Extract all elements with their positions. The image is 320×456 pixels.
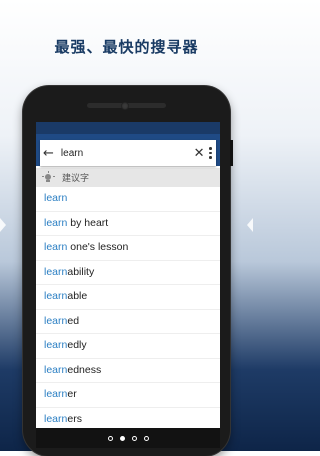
page-dot[interactable] bbox=[143, 435, 149, 441]
suggestion-list: learn learn by heart learn one's lesson lea… bbox=[36, 187, 220, 432]
page-dot[interactable] bbox=[131, 435, 137, 441]
match-text: learn bbox=[44, 339, 68, 351]
rest-text: edness bbox=[67, 363, 102, 376]
list-item[interactable]: learnability bbox=[36, 261, 220, 285]
close-icon[interactable]: ✕ bbox=[193, 146, 205, 161]
list-item[interactable]: learnable bbox=[36, 285, 220, 310]
rest-text: by heart bbox=[67, 216, 109, 229]
phone-camera bbox=[121, 102, 129, 110]
list-item[interactable]: learner bbox=[36, 383, 220, 408]
list-item[interactable]: learnedly bbox=[36, 334, 220, 359]
match-text: learn bbox=[44, 265, 68, 278]
rest-text: one's lesson bbox=[67, 241, 129, 253]
match-text: learn bbox=[44, 388, 68, 400]
list-item[interactable]: learn by heart bbox=[36, 212, 220, 236]
status-bar bbox=[36, 122, 220, 134]
headline: 最强、最快的搜寻器 bbox=[54, 38, 199, 56]
phone-side-button bbox=[230, 140, 233, 166]
list-item[interactable]: learn bbox=[36, 187, 220, 212]
match-text: learn bbox=[44, 363, 68, 376]
rest-text: ers bbox=[67, 412, 82, 425]
phone-frame: ← ✕ 建议字 learnlearn by heartlearn one's l… bbox=[23, 86, 233, 456]
prev-slide-icon[interactable] bbox=[0, 218, 6, 232]
arrow-left-icon[interactable]: ← bbox=[40, 140, 57, 166]
page-dot[interactable] bbox=[107, 435, 113, 441]
suggestions-header: 建议字 bbox=[36, 168, 220, 187]
app-bar: ← ✕ bbox=[36, 134, 220, 166]
lightbulb-icon bbox=[41, 170, 55, 184]
page-dot[interactable] bbox=[119, 435, 125, 441]
match-text: learn bbox=[44, 241, 68, 253]
suggestions-title: 建议字 bbox=[62, 174, 90, 184]
page-indicator bbox=[36, 428, 220, 448]
match-text: learn bbox=[44, 314, 68, 327]
search-input[interactable] bbox=[56, 143, 193, 163]
rest-text: edly bbox=[67, 339, 87, 351]
match-text: learn bbox=[44, 216, 68, 229]
list-item[interactable]: learn one's lesson bbox=[36, 236, 220, 261]
rest-text: able bbox=[67, 290, 88, 302]
match-text: learn bbox=[44, 412, 68, 425]
rest-text: ability bbox=[67, 265, 95, 278]
match-text: learn bbox=[44, 192, 68, 204]
list-item[interactable]: learnedness bbox=[36, 359, 220, 383]
rest-text: ed bbox=[67, 314, 80, 327]
search-box: ← ✕ bbox=[40, 140, 216, 166]
match-text: learn bbox=[44, 290, 68, 302]
list-item[interactable]: learned bbox=[36, 310, 220, 334]
more-vert-icon[interactable] bbox=[205, 140, 216, 166]
phone-screen: ← ✕ 建议字 learnlearn by heartlearn one's l… bbox=[36, 122, 220, 448]
next-slide-icon[interactable] bbox=[247, 218, 253, 232]
rest-text: er bbox=[67, 388, 77, 400]
